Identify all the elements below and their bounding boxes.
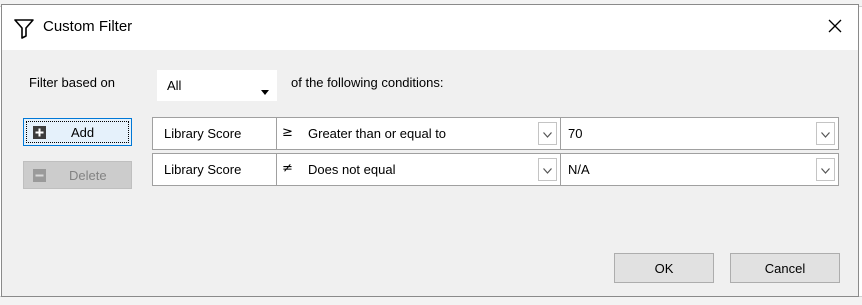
chevron-down-icon [543,126,552,141]
condition-value-select[interactable]: N/A [560,153,839,186]
conditions-suffix-label: of the following conditions: [291,75,444,90]
condition-operator-select[interactable]: ≠ Does not equal [276,153,560,186]
operator-dropdown-button[interactable] [538,158,557,181]
delete-condition-button[interactable]: Delete [23,161,132,189]
condition-field: Library Score [164,126,242,141]
value-dropdown-button[interactable] [816,158,835,181]
minus-icon [33,169,46,185]
match-mode-select[interactable]: All [157,70,277,101]
cancel-button-label: Cancel [764,261,806,276]
operator-dropdown-button[interactable] [538,122,557,145]
match-mode-value: All [167,78,182,93]
delete-button-label: Delete [69,168,107,183]
ok-button[interactable]: OK [614,253,714,283]
title-bar: Custom Filter [2,5,858,50]
condition-field-cell[interactable]: Library Score [152,117,276,150]
condition-field: Library Score [164,162,242,177]
chevron-down-icon [261,83,269,98]
add-condition-button[interactable]: Add [23,118,132,146]
chevron-down-icon [821,162,830,177]
condition-row: Library Score ≠ Does not equal N/A [152,153,839,186]
dialog-body: Filter based on All of the following con… [2,50,858,296]
dialog-title: Custom Filter [43,18,133,35]
funnel-icon [13,17,35,39]
chevron-down-icon [821,126,830,141]
condition-value-select[interactable]: 70 [560,117,839,150]
value-dropdown-button[interactable] [816,122,835,145]
condition-value: N/A [568,162,590,177]
condition-row: Library Score ≥ Greater than or equal to… [152,117,839,150]
filter-based-on-label: Filter based on [29,75,115,90]
cancel-button[interactable]: Cancel [730,253,840,283]
condition-field-cell[interactable]: Library Score [152,153,276,186]
close-icon [828,19,842,36]
chevron-down-icon [543,162,552,177]
operator-symbol: ≥ [282,125,293,140]
add-button-label: Add [71,125,95,140]
custom-filter-dialog: Custom Filter Filter based on All of the… [1,4,859,297]
operator-symbol: ≠ [282,161,293,176]
ok-button-label: OK [654,261,674,276]
condition-value: 70 [568,126,583,141]
operator-label: Greater than or equal to [308,126,447,141]
operator-label: Does not equal [308,162,396,177]
plus-icon [33,126,46,142]
condition-operator-select[interactable]: ≥ Greater than or equal to [276,117,560,150]
close-button[interactable] [812,5,858,49]
